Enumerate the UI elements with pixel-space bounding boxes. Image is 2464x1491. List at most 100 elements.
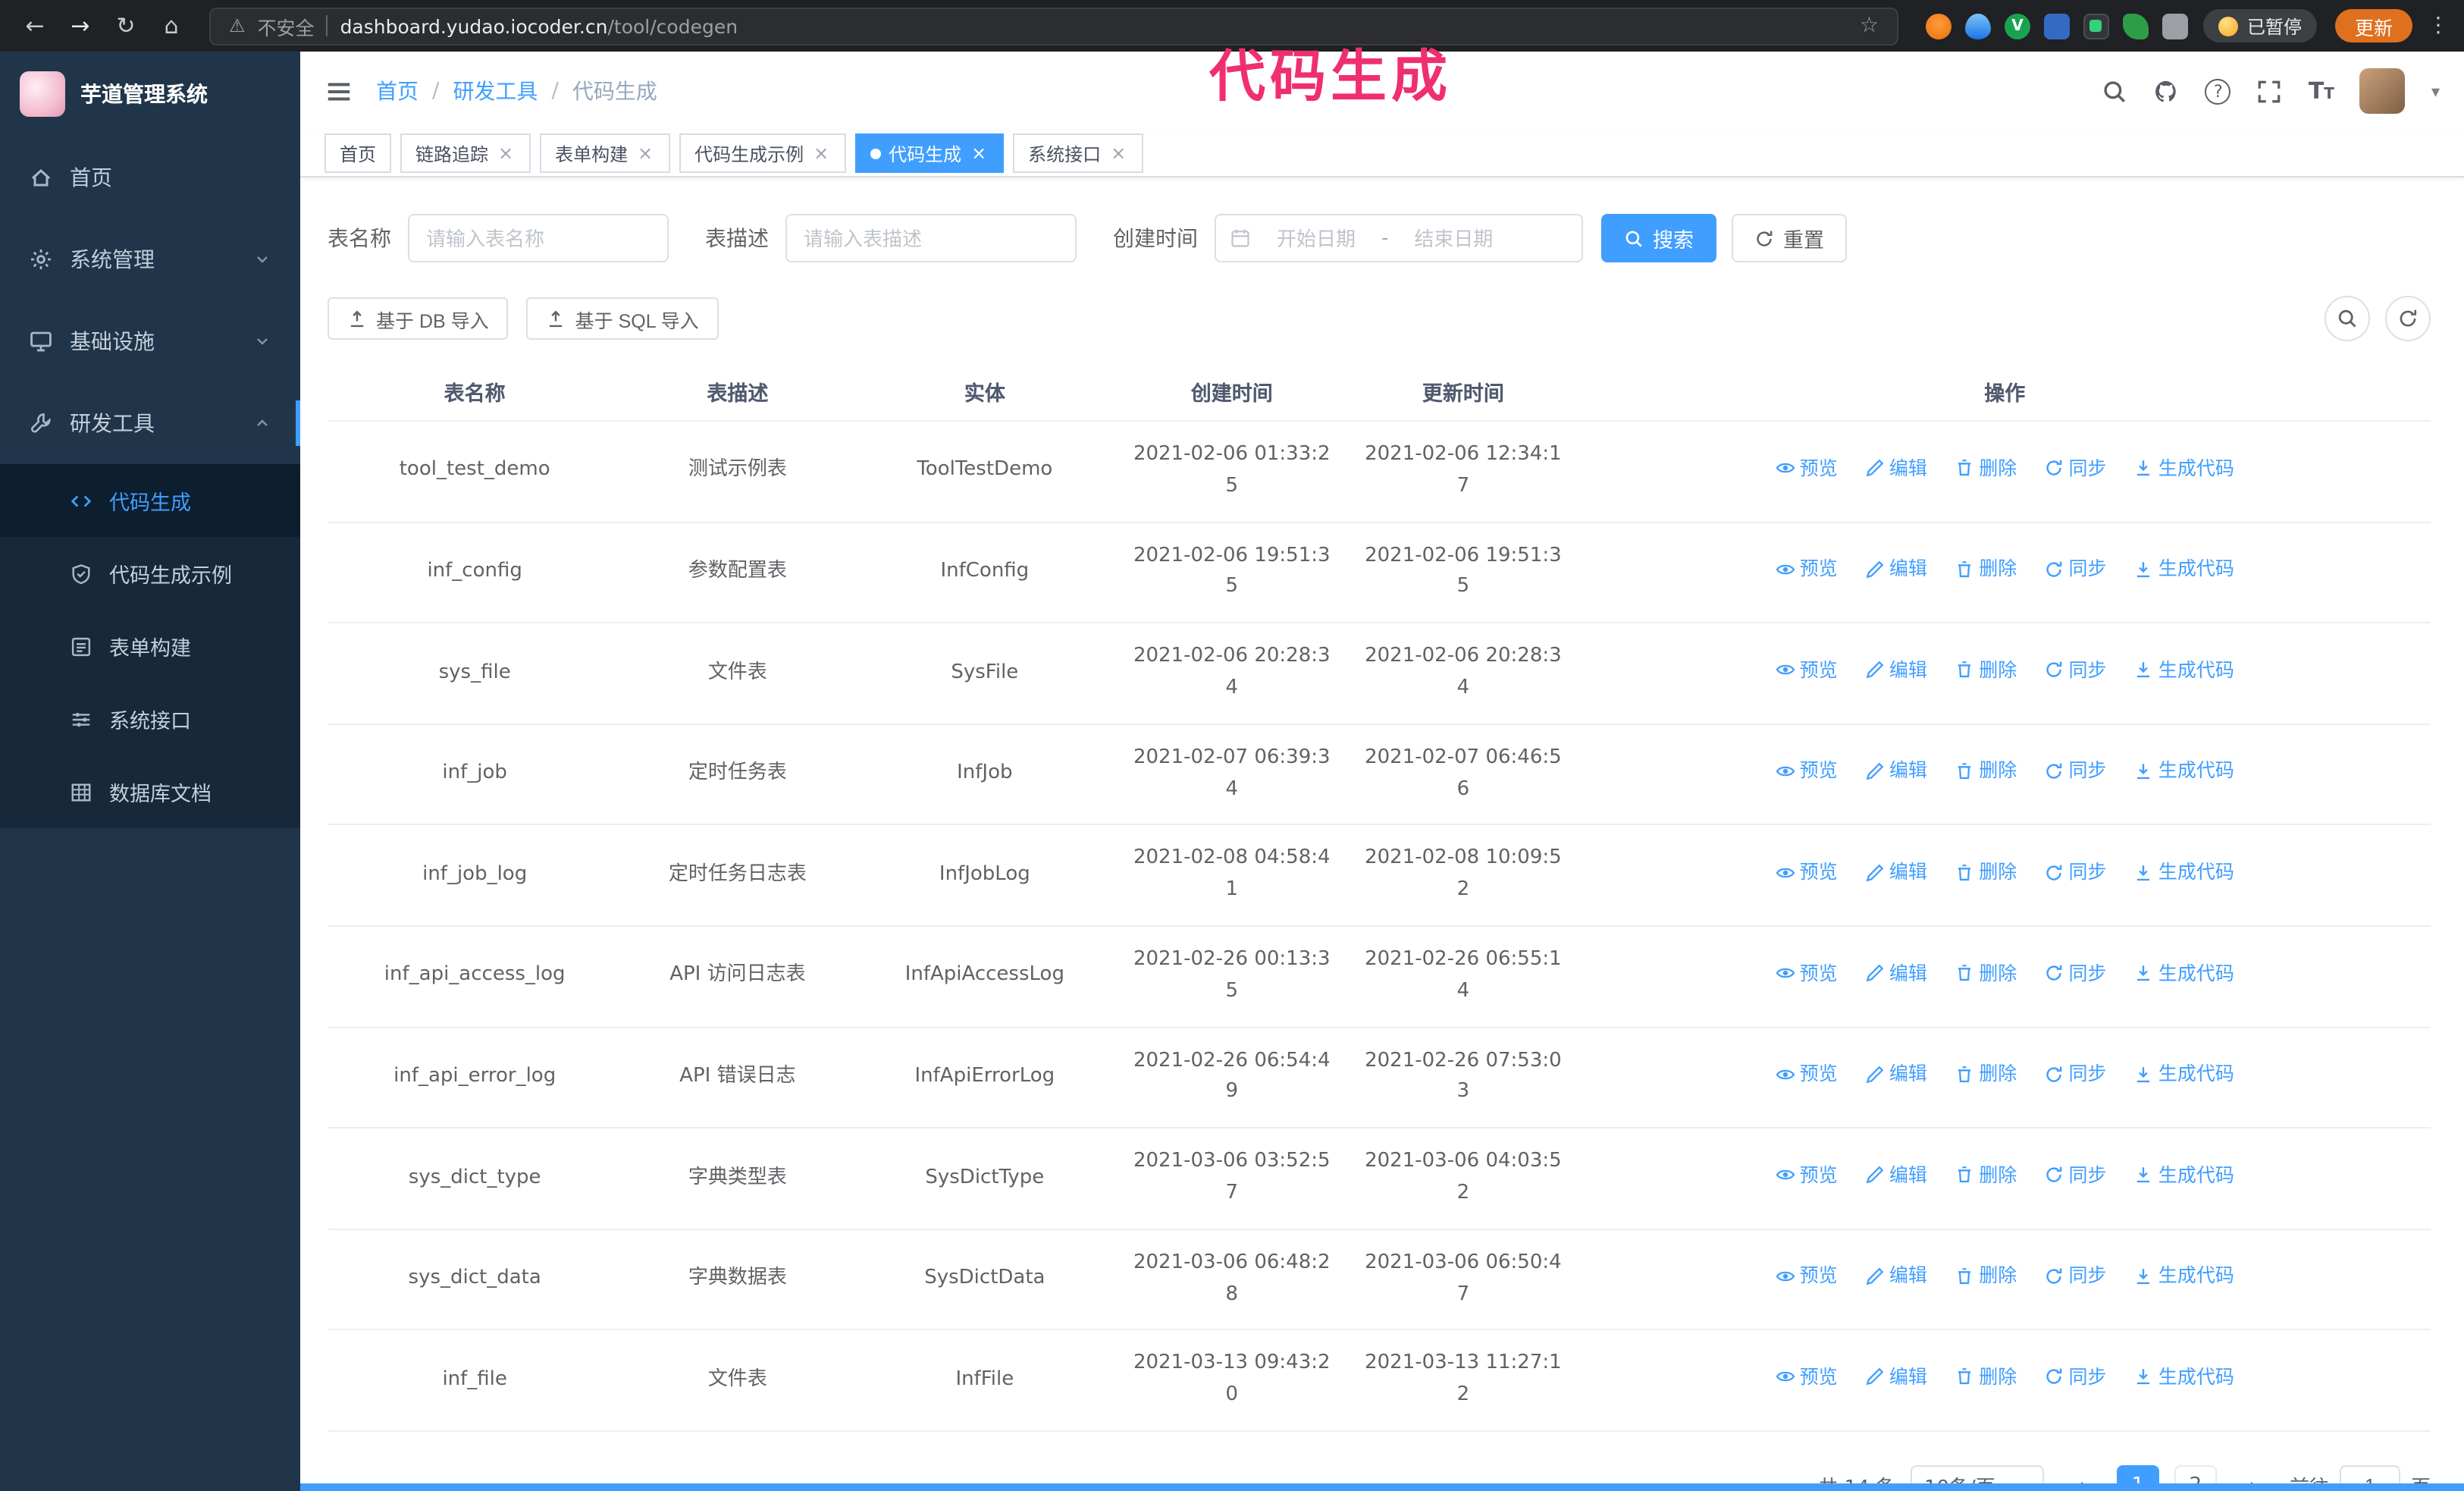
edit-link[interactable]: 编辑 bbox=[1865, 857, 1927, 887]
close-icon[interactable]: × bbox=[969, 143, 989, 164]
fullscreen-icon[interactable] bbox=[2257, 78, 2283, 104]
font-size-icon[interactable]: TT bbox=[2309, 77, 2334, 105]
sync-link[interactable]: 同步 bbox=[2045, 554, 2107, 584]
bookmark-star-icon[interactable]: ☆ bbox=[1860, 14, 1879, 38]
close-icon[interactable]: × bbox=[635, 143, 655, 164]
edit-link[interactable]: 编辑 bbox=[1865, 1160, 1927, 1191]
preview-link[interactable]: 预览 bbox=[1776, 655, 1838, 686]
preview-link[interactable]: 预览 bbox=[1776, 1160, 1838, 1191]
back-icon[interactable]: ← bbox=[15, 6, 55, 46]
search-icon[interactable] bbox=[2102, 78, 2128, 104]
sidebar-item-system-api[interactable]: 系统接口 bbox=[0, 683, 300, 755]
leaf-extension-icon[interactable] bbox=[2122, 13, 2149, 39]
close-icon[interactable]: × bbox=[811, 143, 831, 164]
generate-code-link[interactable]: 生成代码 bbox=[2134, 1362, 2234, 1392]
delete-link[interactable]: 删除 bbox=[1955, 958, 2017, 988]
sync-link[interactable]: 同步 bbox=[2045, 1261, 2107, 1292]
preview-link[interactable]: 预览 bbox=[1776, 857, 1838, 887]
generate-code-link[interactable]: 生成代码 bbox=[2134, 756, 2234, 786]
tab-home[interactable]: 首页 bbox=[324, 133, 392, 173]
extensions-puzzle-icon[interactable] bbox=[2161, 13, 2188, 39]
end-date-input[interactable] bbox=[1393, 227, 1515, 250]
sidebar-item-infrastructure[interactable]: 基础设施 bbox=[0, 300, 300, 382]
sidebar-item-db-doc[interactable]: 数据库文档 bbox=[0, 755, 300, 828]
fox-extension-icon[interactable] bbox=[1925, 13, 1951, 39]
generate-code-link[interactable]: 生成代码 bbox=[2134, 655, 2234, 686]
date-range-picker[interactable]: - bbox=[1215, 214, 1583, 262]
delete-link[interactable]: 删除 bbox=[1955, 756, 2017, 786]
tab-codegen[interactable]: 代码生成 × bbox=[855, 133, 1005, 173]
generate-code-link[interactable]: 生成代码 bbox=[2134, 857, 2234, 887]
close-icon[interactable]: × bbox=[496, 143, 516, 164]
paused-badge[interactable]: 已暂停 bbox=[2202, 9, 2317, 42]
browser-menu-icon[interactable]: ⋮ bbox=[2428, 14, 2449, 38]
sidebar-item-system[interactable]: 系统管理 bbox=[0, 218, 300, 300]
delete-link[interactable]: 删除 bbox=[1955, 554, 2017, 584]
sync-link[interactable]: 同步 bbox=[2045, 655, 2107, 686]
help-icon[interactable]: ? bbox=[2205, 78, 2231, 104]
generate-code-link[interactable]: 生成代码 bbox=[2134, 453, 2234, 483]
github-icon[interactable] bbox=[2154, 78, 2180, 104]
tab-system-api[interactable]: 系统接口 × bbox=[1013, 133, 1144, 173]
tab-codegen-example[interactable]: 代码生成示例 × bbox=[679, 133, 847, 173]
edit-link[interactable]: 编辑 bbox=[1865, 756, 1927, 786]
breadcrumb-home[interactable]: 首页 bbox=[376, 76, 419, 106]
preview-link[interactable]: 预览 bbox=[1776, 958, 1838, 988]
forward-icon[interactable]: → bbox=[61, 6, 100, 46]
sidebar-item-devtools[interactable]: 研发工具 bbox=[0, 382, 300, 464]
tab-tracing[interactable]: 链路追踪 × bbox=[400, 133, 531, 173]
sidebar-item-home[interactable]: 首页 bbox=[0, 137, 300, 218]
edit-link[interactable]: 编辑 bbox=[1865, 655, 1927, 686]
edit-link[interactable]: 编辑 bbox=[1865, 453, 1927, 483]
generate-code-link[interactable]: 生成代码 bbox=[2134, 1261, 2234, 1292]
avatar-caret-icon[interactable]: ▾ bbox=[2431, 81, 2440, 101]
delete-link[interactable]: 删除 bbox=[1955, 655, 2017, 686]
delete-link[interactable]: 删除 bbox=[1955, 453, 2017, 483]
delete-link[interactable]: 删除 bbox=[1955, 857, 2017, 887]
breadcrumb-devtools[interactable]: 研发工具 bbox=[453, 76, 538, 106]
delete-link[interactable]: 删除 bbox=[1955, 1160, 2017, 1191]
home-icon[interactable]: ⌂ bbox=[152, 6, 191, 46]
drop-extension-icon[interactable] bbox=[1964, 13, 1991, 39]
close-icon[interactable]: × bbox=[1108, 143, 1128, 164]
preview-link[interactable]: 预览 bbox=[1776, 453, 1838, 483]
sql-import-button[interactable]: 基于 SQL 导入 bbox=[526, 297, 719, 340]
edit-link[interactable]: 编辑 bbox=[1865, 554, 1927, 584]
sync-link[interactable]: 同步 bbox=[2045, 453, 2107, 483]
edit-link[interactable]: 编辑 bbox=[1865, 1362, 1927, 1392]
address-bar[interactable]: ⚠ 不安全 dashboard.yudao.iocoder.cn/tool/co… bbox=[209, 7, 1898, 45]
reset-button[interactable]: 重置 bbox=[1732, 214, 1847, 262]
preview-link[interactable]: 预览 bbox=[1776, 554, 1838, 584]
people-extension-icon[interactable] bbox=[2043, 13, 2070, 39]
search-button[interactable]: 搜索 bbox=[1601, 214, 1716, 262]
edit-link[interactable]: 编辑 bbox=[1865, 1059, 1927, 1089]
reload-icon[interactable]: ↻ bbox=[106, 6, 146, 46]
refresh-table-button[interactable] bbox=[2385, 296, 2431, 341]
preview-link[interactable]: 预览 bbox=[1776, 756, 1838, 786]
generate-code-link[interactable]: 生成代码 bbox=[2134, 1059, 2234, 1089]
table-desc-input[interactable] bbox=[785, 214, 1077, 262]
sync-link[interactable]: 同步 bbox=[2045, 756, 2107, 786]
sidebar-item-codegen[interactable]: 代码生成 bbox=[0, 464, 300, 537]
edit-link[interactable]: 编辑 bbox=[1865, 1261, 1927, 1292]
sidebar-item-form-builder[interactable]: 表单构建 bbox=[0, 610, 300, 683]
edit-link[interactable]: 编辑 bbox=[1865, 958, 1927, 988]
table-name-input[interactable] bbox=[408, 214, 669, 262]
user-avatar[interactable] bbox=[2359, 68, 2406, 114]
sidebar-item-codegen-example[interactable]: 代码生成示例 bbox=[0, 537, 300, 610]
delete-link[interactable]: 删除 bbox=[1955, 1059, 2017, 1089]
sync-link[interactable]: 同步 bbox=[2045, 958, 2107, 988]
sync-link[interactable]: 同步 bbox=[2045, 1362, 2107, 1392]
tab-form-builder[interactable]: 表单构建 × bbox=[540, 133, 671, 173]
hide-search-button[interactable] bbox=[2324, 296, 2370, 341]
sync-link[interactable]: 同步 bbox=[2045, 857, 2107, 887]
dark-extension-icon[interactable] bbox=[2083, 13, 2109, 39]
update-button[interactable]: 更新 bbox=[2334, 9, 2412, 42]
start-date-input[interactable] bbox=[1256, 227, 1377, 250]
sync-link[interactable]: 同步 bbox=[2045, 1059, 2107, 1089]
sync-link[interactable]: 同步 bbox=[2045, 1160, 2107, 1191]
generate-code-link[interactable]: 生成代码 bbox=[2134, 958, 2234, 988]
db-import-button[interactable]: 基于 DB 导入 bbox=[328, 297, 509, 340]
delete-link[interactable]: 删除 bbox=[1955, 1362, 2017, 1392]
preview-link[interactable]: 预览 bbox=[1776, 1362, 1838, 1392]
